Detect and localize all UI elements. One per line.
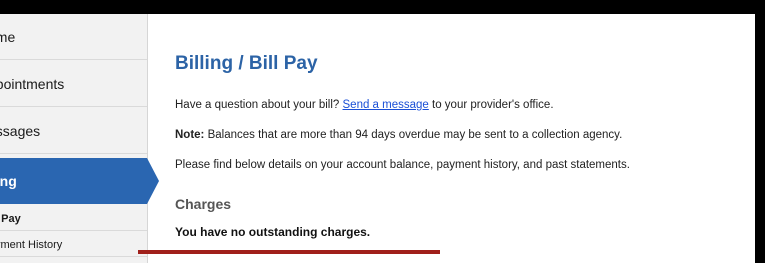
screen-frame-right <box>755 0 765 263</box>
screen-frame-top <box>0 0 765 14</box>
note-label: Note: <box>175 129 205 141</box>
sidebar-item-appointments[interactable]: ppointments <box>0 61 147 107</box>
sidebar-item-label: ppointments <box>0 75 65 92</box>
sidebar-item-label: essages <box>0 122 41 139</box>
sidebar-item-label: ome <box>0 28 16 45</box>
question-suffix: to your provider's office. <box>428 99 554 111</box>
highlight-underline <box>138 250 440 254</box>
sidebar-subitem-payment-history[interactable]: yment History <box>0 233 147 257</box>
sidebar-subitem-label: yment History <box>0 238 63 251</box>
details-line: Please find below details on your accoun… <box>175 159 630 171</box>
sidebar-nav: ome ppointments essages lling l Pay ymen… <box>0 14 159 263</box>
question-line: Have a question about your bill? Send a … <box>175 99 554 111</box>
sidebar-item-messages[interactable]: essages <box>0 108 147 154</box>
sidebar-subitem-label: l Pay <box>0 212 21 225</box>
page-title: Billing / Bill Pay <box>175 53 318 74</box>
note-text: Balances that are more than 94 days over… <box>204 129 623 141</box>
sidebar-item-home[interactable]: ome <box>0 14 147 60</box>
sidebar-item-label: lling <box>0 173 17 189</box>
note-line: Note: Balances that are more than 94 day… <box>175 129 622 141</box>
sidebar-item-billing[interactable]: lling <box>0 158 159 204</box>
question-prefix: Have a question about your bill? <box>175 99 343 111</box>
send-message-link[interactable]: Send a message <box>343 99 429 111</box>
no-charges-message: You have no outstanding charges. <box>175 225 371 239</box>
sidebar-subitem-bill-pay[interactable]: l Pay <box>0 207 147 231</box>
charges-heading: Charges <box>175 196 232 212</box>
